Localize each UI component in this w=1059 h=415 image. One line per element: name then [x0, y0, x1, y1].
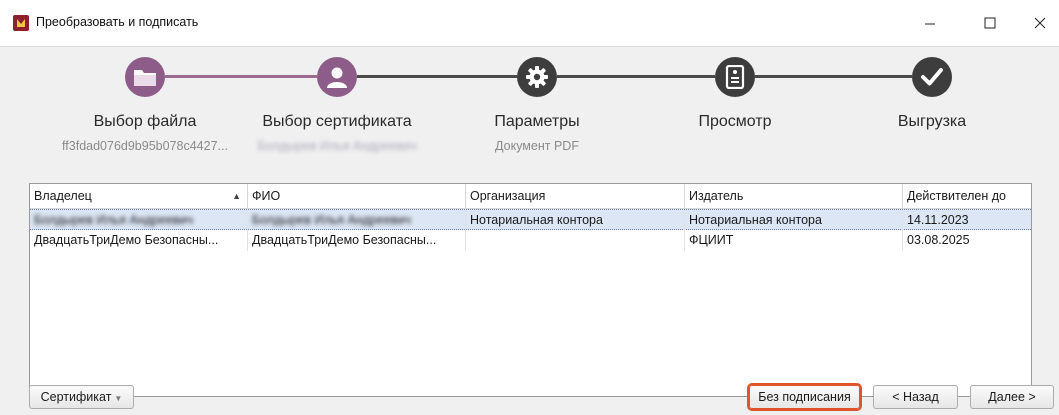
user-icon [327, 67, 347, 88]
step-parameters-label: Параметры [494, 113, 580, 130]
step-connector [755, 75, 912, 78]
column-header-organization[interactable]: Организация [466, 184, 685, 208]
document-icon [725, 65, 745, 89]
gear-icon [526, 66, 548, 88]
column-header-owner[interactable]: Владелец ▲ [30, 184, 248, 208]
step-connector [357, 75, 517, 78]
step-certificate-subtitle: Болдырев Илья Андреевич [257, 139, 417, 153]
certificate-dropdown-button[interactable]: Сертификат ▼ [29, 385, 134, 409]
chevron-down-icon: ▼ [114, 394, 123, 403]
cell-fullname: ДвадцатьТриДемо Безопасны... [248, 230, 466, 251]
cell-valid-until: 03.08.2025 [907, 233, 970, 247]
folder-icon [134, 70, 156, 86]
sort-ascending-icon: ▲ [232, 191, 241, 201]
window-title: Преобразовать и подписать [36, 15, 199, 29]
step-connector [165, 75, 317, 78]
step-parameters-subtitle: Документ PDF [495, 139, 579, 153]
title-bar: Преобразовать и подписать [0, 0, 1059, 46]
maximize-icon[interactable] [976, 10, 1004, 36]
table-row[interactable]: Болдырев Илья Андреевич Болдырев Илья Ан… [30, 209, 1031, 231]
cell-fullname: Болдырев Илья Андреевич [248, 210, 466, 231]
step-connector [557, 75, 715, 78]
table-header: Владелец ▲ ФИО Организация Издатель Дейс… [30, 184, 1031, 209]
table-row[interactable]: ДвадцатьТриДемо Безопасны... ДвадцатьТри… [30, 230, 1031, 251]
step-certificate-label: Выбор сертификата [262, 113, 412, 130]
wizard-body: Выбор файла ff3fdad076d9b95b078c4427... … [0, 46, 1059, 415]
step-file-circle[interactable] [125, 57, 165, 97]
step-preview-label: Просмотр [698, 113, 772, 130]
column-header-fullname[interactable]: ФИО [248, 184, 466, 208]
back-button[interactable]: < Назад [873, 385, 958, 409]
cell-organization: Нотариальная контора [466, 210, 685, 231]
step-file-subtitle: ff3fdad076d9b95b078c4427... [62, 139, 228, 153]
close-icon[interactable] [1026, 10, 1054, 36]
cell-owner: ДвадцатьТриДемо Безопасны... [30, 230, 248, 251]
next-button[interactable]: Далее > [970, 385, 1054, 409]
checkmark-icon [921, 68, 943, 86]
cell-organization [466, 230, 685, 251]
step-preview-circle[interactable] [715, 57, 755, 97]
cell-valid-until: 14.11.2023 [907, 213, 969, 227]
cell-issuer: ФЦИИТ [685, 230, 903, 251]
cell-owner: Болдырев Илья Андреевич [30, 210, 248, 231]
app-logo-icon [13, 15, 29, 31]
step-certificate-circle[interactable] [317, 57, 357, 97]
step-parameters-circle[interactable] [517, 57, 557, 97]
step-export-circle[interactable] [912, 57, 952, 97]
cell-issuer: Нотариальная контора [685, 210, 903, 231]
column-header-issuer[interactable]: Издатель [685, 184, 903, 208]
column-header-valid-until[interactable]: Действителен до [903, 184, 1031, 208]
certificates-table[interactable]: Владелец ▲ ФИО Организация Издатель Дейс… [29, 183, 1032, 397]
no-sign-button[interactable]: Без подписания [747, 383, 862, 411]
step-file-label: Выбор файла [93, 113, 197, 130]
minimize-icon[interactable] [916, 10, 944, 36]
step-export-label: Выгрузка [897, 113, 967, 130]
